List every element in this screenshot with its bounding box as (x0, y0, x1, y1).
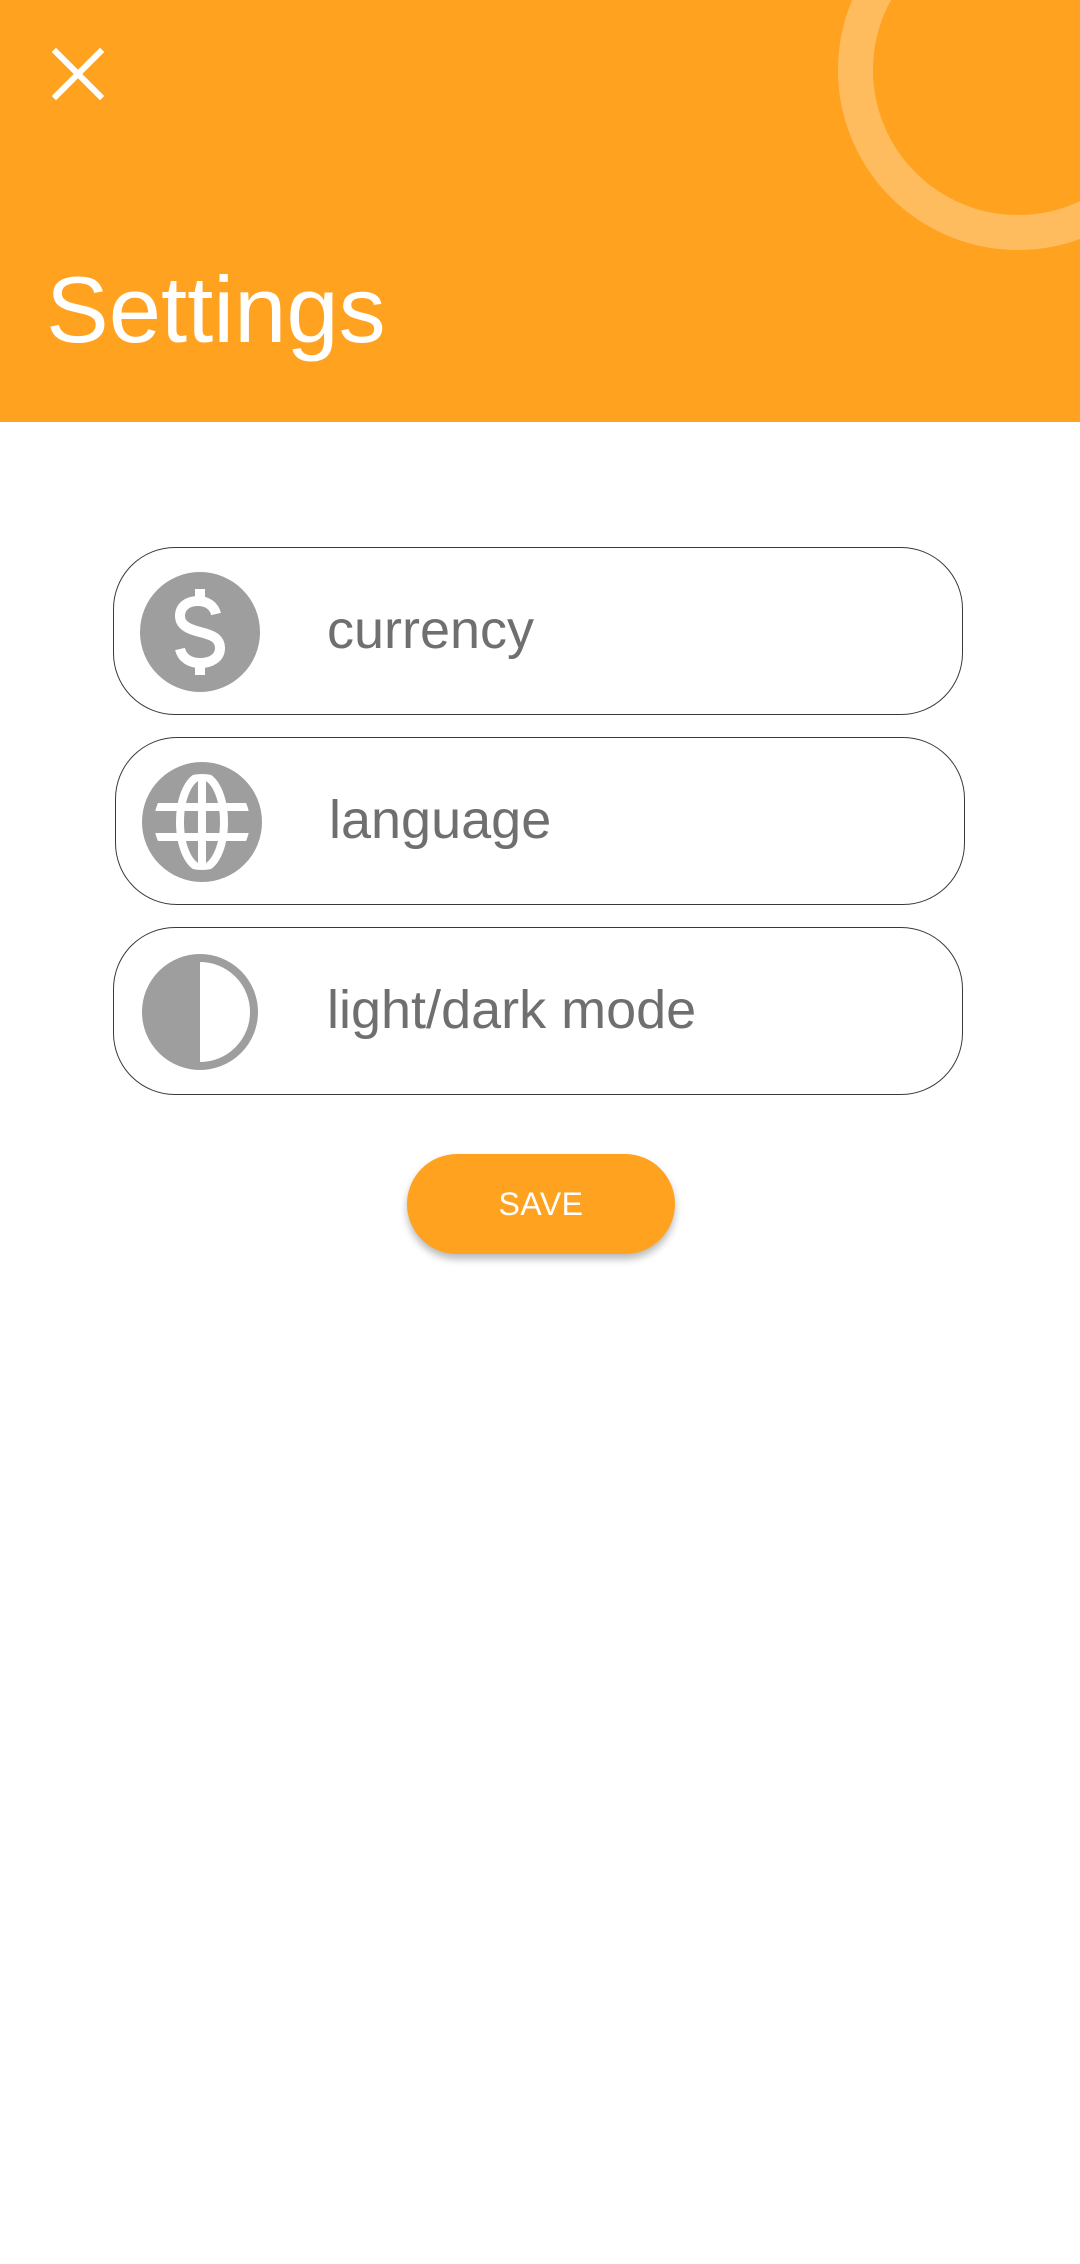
close-icon (52, 48, 104, 100)
option-currency[interactable]: currency (113, 547, 963, 715)
header: Settings (0, 0, 1080, 422)
option-theme[interactable]: light/dark mode (113, 927, 963, 1095)
close-button[interactable] (38, 34, 118, 114)
option-label-theme: light/dark mode (327, 980, 697, 1040)
contrast-icon (140, 952, 260, 1072)
option-language[interactable]: language (115, 737, 965, 905)
option-label-currency: currency (327, 600, 535, 660)
dollar-icon (140, 572, 260, 692)
option-label-language: language (329, 790, 552, 850)
settings-screen: Settings currency language light/dark mo… (0, 0, 1080, 2264)
page-title: Settings (46, 257, 386, 362)
save-button[interactable]: SAVE (407, 1154, 675, 1254)
decorative-ring (838, 0, 1080, 250)
globe-icon (142, 762, 262, 882)
